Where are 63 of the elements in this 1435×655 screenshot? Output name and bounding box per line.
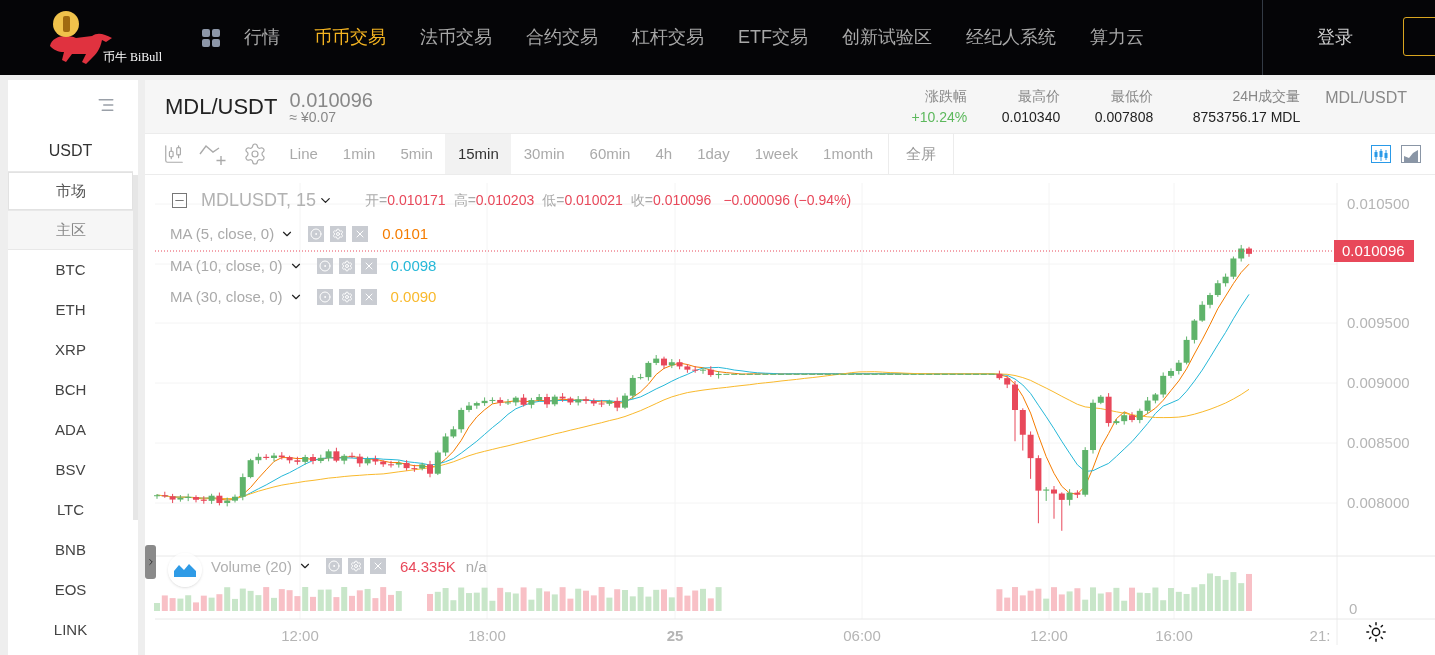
axis-label: 25 <box>666 627 684 644</box>
stat-label: 24H成交量 <box>1232 86 1301 106</box>
coin-item[interactable]: BNB <box>8 530 133 570</box>
nav-link[interactable]: ETF交易 <box>738 24 808 51</box>
indicator-value: 0.0090 <box>390 287 437 307</box>
indicator-label: MA (30, close, 0) <box>170 287 283 307</box>
coin-item[interactable]: LINK <box>8 610 133 650</box>
axis-label: 18:00 <box>468 627 506 644</box>
coin-item[interactable]: BTC <box>8 250 133 290</box>
volume-value: 64.335K <box>399 558 456 574</box>
axis-label: 21: <box>1309 627 1331 644</box>
login-link[interactable]: 登录 <box>1317 24 1353 51</box>
nav-link[interactable]: 经纪人系统 <box>966 24 1056 51</box>
nav-link[interactable]: 行情 <box>244 24 280 51</box>
coin-item[interactable]: ADA <box>8 410 133 450</box>
last-price: 0.010096 <box>289 89 373 110</box>
axis-label: 0.008000 <box>1347 494 1410 511</box>
axis-label: 16:00 <box>1155 627 1193 644</box>
nav-link[interactable]: 合约交易 <box>526 24 598 51</box>
change-value: −0.000096 (−0.94%) <box>723 191 852 210</box>
ohlc-value: 低=0.010021 <box>542 191 623 210</box>
pair-label: MDL/USDT <box>1325 87 1407 108</box>
volume-extra: n/a <box>465 558 487 574</box>
axis-label: 06:00 <box>843 627 881 644</box>
ohlc-value: 开=0.010171 <box>365 191 446 210</box>
stat-label: 最低价 <box>1111 86 1154 106</box>
indicator-value: 0.0098 <box>390 255 437 276</box>
axis-label: 0.008500 <box>1347 434 1410 451</box>
coin-item[interactable]: BSV <box>8 450 133 490</box>
nav-link[interactable]: 币币交易 <box>314 24 386 51</box>
stat-value: 8753756.17 MDL <box>1192 107 1301 127</box>
interval-tab[interactable]: 15min <box>445 134 512 174</box>
axis-label: 0.010500 <box>1347 195 1410 212</box>
axis-label: 12:00 <box>281 627 319 644</box>
stat-value: 0.010340 <box>1001 107 1061 127</box>
sidebar-tab[interactable]: 市场 <box>8 172 133 211</box>
nav-link[interactable]: 法币交易 <box>420 24 492 51</box>
nav-link[interactable]: 杠杆交易 <box>632 24 704 51</box>
indicator-value: 0.0101 <box>382 224 429 244</box>
price-tag: 0.010096 <box>1334 240 1414 262</box>
axis-label: 12:00 <box>1030 627 1068 644</box>
stat-value: 0.007808 <box>1094 107 1154 127</box>
logo-text: 币牛 BiBull <box>103 49 162 66</box>
coin-item[interactable]: LTC <box>8 490 133 530</box>
coin-item[interactable]: XRP <box>8 330 133 370</box>
stat-label: 涨跌幅 <box>925 86 968 106</box>
axis-label: 0.009000 <box>1347 374 1410 391</box>
ohlc-value: 高=0.010203 <box>453 191 535 210</box>
stat-label: 最高价 <box>1018 86 1061 106</box>
price-estimate: ≈ ¥0.07 <box>289 109 338 124</box>
axis-label: 0 <box>1349 600 1358 617</box>
coin-item[interactable]: ETH <box>8 290 133 330</box>
nav-link[interactable]: 算力云 <box>1090 24 1144 51</box>
coin-item[interactable]: BCH <box>8 370 133 410</box>
stat-value: +10.24% <box>911 107 968 127</box>
axis-label: 0.009500 <box>1347 314 1410 331</box>
ohlc-value: 收=0.010096 <box>630 191 712 210</box>
volume-label: Volume (20) <box>211 558 292 574</box>
coin-item[interactable]: EOS <box>8 570 133 610</box>
nav-link[interactable]: 创新试验区 <box>842 24 932 51</box>
pair-title: MDL/USDT <box>165 93 278 121</box>
indicator-label: MA (10, close, 0) <box>170 255 283 276</box>
indicator-label: MA (5, close, 0) <box>170 224 275 244</box>
